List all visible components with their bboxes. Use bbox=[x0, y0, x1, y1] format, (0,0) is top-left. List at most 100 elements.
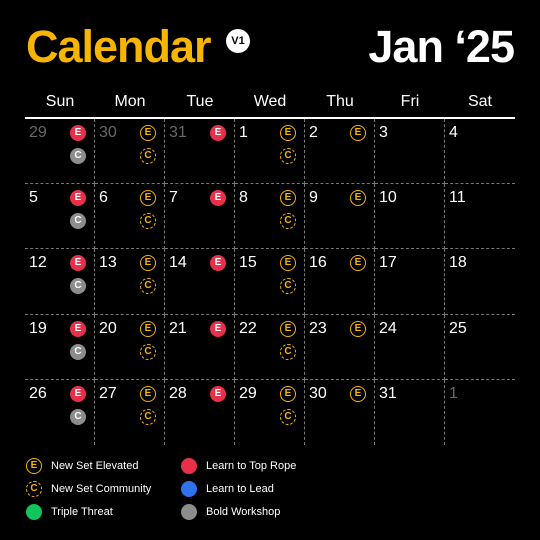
new-set-elevated-icon: E bbox=[350, 385, 366, 402]
new-set-community-icon: C bbox=[140, 213, 156, 230]
new-set-community-icon: C bbox=[280, 343, 296, 360]
new-set-elevated-icon: E bbox=[350, 320, 366, 337]
weekday-monday: Mon bbox=[114, 93, 146, 110]
day-number: 20 bbox=[99, 319, 117, 337]
calendar-day-cell[interactable]: 6 EC bbox=[95, 184, 165, 250]
bold-workshop-icon bbox=[181, 504, 197, 520]
event-badges: EC bbox=[280, 320, 296, 360]
calendar-day-cell[interactable]: 31 E bbox=[165, 119, 235, 185]
day-number: 1 bbox=[449, 384, 458, 402]
legend-label: Triple Threat bbox=[51, 506, 113, 518]
event-badges: EC bbox=[70, 255, 86, 295]
legend-label: New Set Community bbox=[51, 483, 152, 495]
new-set-community-icon: C bbox=[140, 408, 156, 425]
calendar-day-cell[interactable]: 16 E bbox=[305, 249, 375, 315]
weekday-header: Sun Mon Tue Wed Thu Fri Sat bbox=[25, 92, 515, 112]
calendar-day-cell[interactable]: 1 bbox=[445, 380, 515, 445]
calendar-day-cell[interactable]: 5 EC bbox=[25, 184, 95, 250]
calendar-grid: 29 E C 30 E C 31 E 1 E C 2 E 3 4 5 E C 6 E C 7 E 8 E C 9 E 10 11 12 E C 1… bbox=[25, 119, 515, 445]
calendar-day-cell[interactable]: 17 bbox=[375, 249, 445, 315]
weekday-sunday: Sun bbox=[45, 93, 75, 110]
day-number: 31 bbox=[379, 384, 397, 402]
new-set-community-icon: C bbox=[280, 278, 296, 295]
event-badges: EC bbox=[280, 190, 296, 230]
calendar-day-cell[interactable]: 26 E C bbox=[25, 379, 95, 445]
calendar-day-cell[interactable]: 28 E bbox=[165, 379, 235, 445]
legend-label: New Set Elevated bbox=[51, 460, 139, 472]
calendar-day-cell[interactable]: 30 E C bbox=[95, 119, 165, 185]
calendar-day-cell[interactable]: 8 EC bbox=[235, 184, 305, 250]
day-number: 24 bbox=[379, 319, 397, 337]
day-number: 17 bbox=[379, 254, 397, 272]
new-set-community-icon: C bbox=[140, 148, 156, 164]
day-number: 29 bbox=[239, 384, 257, 402]
calendar-day-cell[interactable]: 31 bbox=[375, 379, 445, 445]
new-set-elevated-icon: E bbox=[280, 190, 296, 207]
new-set-elevated-icon: E bbox=[280, 125, 296, 141]
calendar-day-cell[interactable]: 29 E C bbox=[25, 119, 95, 185]
event-badges: EC bbox=[140, 255, 156, 295]
event-badges: EC bbox=[70, 385, 86, 425]
day-number: 13 bbox=[99, 254, 117, 272]
legend-label: Bold Workshop bbox=[206, 506, 281, 518]
new-set-elevated-icon: E bbox=[140, 385, 156, 402]
calendar-day-cell[interactable]: 27 E C bbox=[95, 379, 165, 445]
calendar-day-cell[interactable]: 21 E bbox=[165, 314, 235, 380]
calendar-day-cell[interactable]: 18 bbox=[445, 249, 515, 315]
event-badges: E bbox=[210, 320, 226, 337]
calendar-day-cell[interactable]: 22 E C bbox=[235, 314, 305, 380]
day-number: 16 bbox=[309, 254, 327, 272]
learn-to-top-rope-icon: E bbox=[70, 320, 86, 337]
new-set-community-icon: C bbox=[140, 278, 156, 295]
calendar-day-cell[interactable]: 3 bbox=[375, 119, 445, 185]
calendar-day-cell[interactable]: 1 EC bbox=[235, 119, 305, 185]
day-number: 7 bbox=[169, 189, 178, 207]
event-badges: E bbox=[350, 190, 366, 207]
event-badges: EC bbox=[280, 385, 296, 425]
day-number: 26 bbox=[29, 384, 47, 402]
calendar-day-cell[interactable]: 7E bbox=[165, 184, 235, 250]
calendar-day-cell[interactable]: 2E bbox=[305, 119, 375, 185]
calendar-day-cell[interactable]: 19 E C bbox=[25, 314, 95, 380]
calendar-day-cell[interactable]: 25 bbox=[445, 315, 515, 380]
new-set-community-icon: C bbox=[280, 213, 296, 230]
calendar-day-cell[interactable]: 4 bbox=[445, 119, 515, 185]
day-number: 12 bbox=[29, 254, 47, 272]
month-year-label: Jan ‘25 bbox=[368, 21, 515, 72]
calendar-day-cell[interactable]: 12 E C bbox=[25, 249, 95, 315]
day-number: 27 bbox=[99, 384, 117, 402]
event-badges: EC bbox=[70, 320, 86, 360]
legend-item: C New Set Community bbox=[26, 481, 181, 497]
bold-workshop-icon: C bbox=[70, 278, 86, 295]
new-set-elevated-icon: E bbox=[350, 255, 366, 272]
calendar-day-cell[interactable]: 14 E bbox=[165, 249, 235, 315]
calendar-day-cell[interactable]: 15 E C bbox=[235, 249, 305, 315]
calendar-day-cell[interactable]: 9E bbox=[305, 184, 375, 250]
day-number: 22 bbox=[239, 319, 257, 337]
new-set-elevated-icon: E bbox=[140, 255, 156, 272]
day-number: 31 bbox=[169, 124, 187, 141]
day-number: 1 bbox=[239, 124, 248, 141]
new-set-community-icon: C bbox=[26, 481, 42, 497]
calendar-day-cell[interactable]: 11 bbox=[445, 184, 515, 250]
calendar-day-cell[interactable]: 29 E C bbox=[235, 379, 305, 445]
event-badges: E bbox=[210, 385, 226, 402]
day-number: 15 bbox=[239, 254, 257, 272]
day-number: 30 bbox=[99, 124, 117, 141]
calendar-day-cell[interactable]: 30 E bbox=[305, 379, 375, 445]
calendar-title: Calendar bbox=[26, 21, 212, 72]
calendar-day-cell[interactable]: 24 bbox=[375, 314, 445, 380]
weekday-wednesday: Wed bbox=[253, 93, 287, 110]
learn-to-top-rope-icon: E bbox=[70, 125, 86, 141]
bold-workshop-icon: C bbox=[70, 343, 86, 360]
calendar-day-cell[interactable]: 13 E C bbox=[95, 249, 165, 315]
calendar-day-cell[interactable]: 23 E bbox=[305, 314, 375, 380]
learn-to-top-rope-icon: E bbox=[210, 125, 226, 141]
event-badges: EC bbox=[70, 190, 86, 230]
event-badges: E bbox=[210, 125, 226, 141]
day-number: 14 bbox=[169, 254, 187, 272]
learn-to-top-rope-icon: E bbox=[210, 255, 226, 272]
version-badge: V1 bbox=[226, 29, 250, 53]
calendar-day-cell[interactable]: 10 bbox=[375, 184, 445, 250]
calendar-day-cell[interactable]: 20 E C bbox=[95, 314, 165, 380]
